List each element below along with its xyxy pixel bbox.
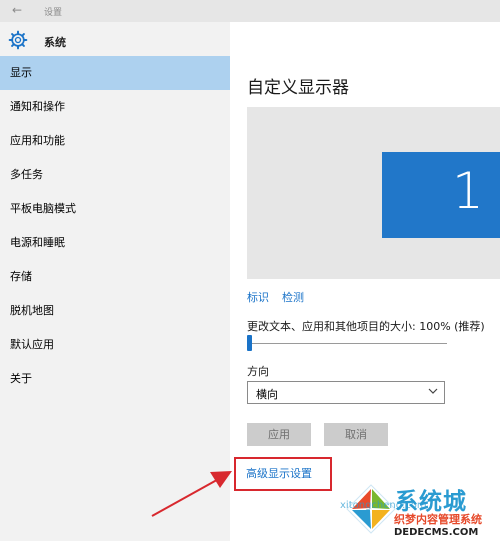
sidebar-item-default-apps[interactable]: 默认应用 xyxy=(0,328,230,362)
advanced-display-settings-link[interactable]: 高级显示设置 xyxy=(246,465,312,481)
cancel-button[interactable]: 取消 xyxy=(324,423,388,446)
sidebar-item-multitasking[interactable]: 多任务 xyxy=(0,158,230,192)
sidebar-item-apps[interactable]: 应用和功能 xyxy=(0,124,230,158)
scale-slider-thumb[interactable] xyxy=(247,335,252,351)
sidebar-item-about[interactable]: 关于 xyxy=(0,362,230,396)
display-preview: 1 xyxy=(247,107,500,279)
page-title: 自定义显示器 xyxy=(247,78,349,98)
gear-icon xyxy=(8,30,28,50)
title-bar: ← 设置 xyxy=(0,0,500,22)
scale-slider-track[interactable] xyxy=(250,343,447,344)
watermark: xitongcheng.com 系统城 织梦内容管理系统 DEDECMS.COM xyxy=(340,480,500,541)
scale-label: 更改文本、应用和其他项目的大小: 100% (推荐) xyxy=(247,320,485,333)
detect-link[interactable]: 检测 xyxy=(282,289,304,305)
watermark-caption: 织梦内容管理系统 xyxy=(394,513,482,526)
sidebar-nav: 显示 通知和操作 应用和功能 多任务 平板电脑模式 电源和睡眠 存储 脱机地图 … xyxy=(0,56,230,396)
monitor-number: 1 xyxy=(452,162,484,220)
sidebar-item-tablet-mode[interactable]: 平板电脑模式 xyxy=(0,192,230,226)
orientation-value: 横向 xyxy=(256,388,278,401)
orientation-label: 方向 xyxy=(247,365,269,378)
orientation-select[interactable]: 横向 xyxy=(247,381,445,404)
watermark-url-bottom: DEDECMS.COM xyxy=(394,527,479,538)
back-arrow-icon[interactable]: ← xyxy=(12,3,22,17)
sidebar: 系统 显示 通知和操作 应用和功能 多任务 平板电脑模式 电源和睡眠 存储 脱机… xyxy=(0,22,230,541)
sidebar-header: 系统 xyxy=(44,36,66,49)
identify-link[interactable]: 标识 xyxy=(247,289,269,305)
window-title: 设置 xyxy=(44,8,63,18)
sidebar-item-power-sleep[interactable]: 电源和睡眠 xyxy=(0,226,230,260)
monitor-tile[interactable]: 1 xyxy=(382,152,500,238)
sidebar-item-notifications[interactable]: 通知和操作 xyxy=(0,90,230,124)
sidebar-item-display[interactable]: 显示 xyxy=(0,56,230,90)
chevron-down-icon xyxy=(428,388,438,394)
apply-button[interactable]: 应用 xyxy=(247,423,311,446)
sidebar-item-offline-maps[interactable]: 脱机地图 xyxy=(0,294,230,328)
sidebar-item-storage[interactable]: 存储 xyxy=(0,260,230,294)
main-panel: 自定义显示器 1 标识 检测 更改文本、应用和其他项目的大小: 100% (推荐… xyxy=(230,22,500,541)
